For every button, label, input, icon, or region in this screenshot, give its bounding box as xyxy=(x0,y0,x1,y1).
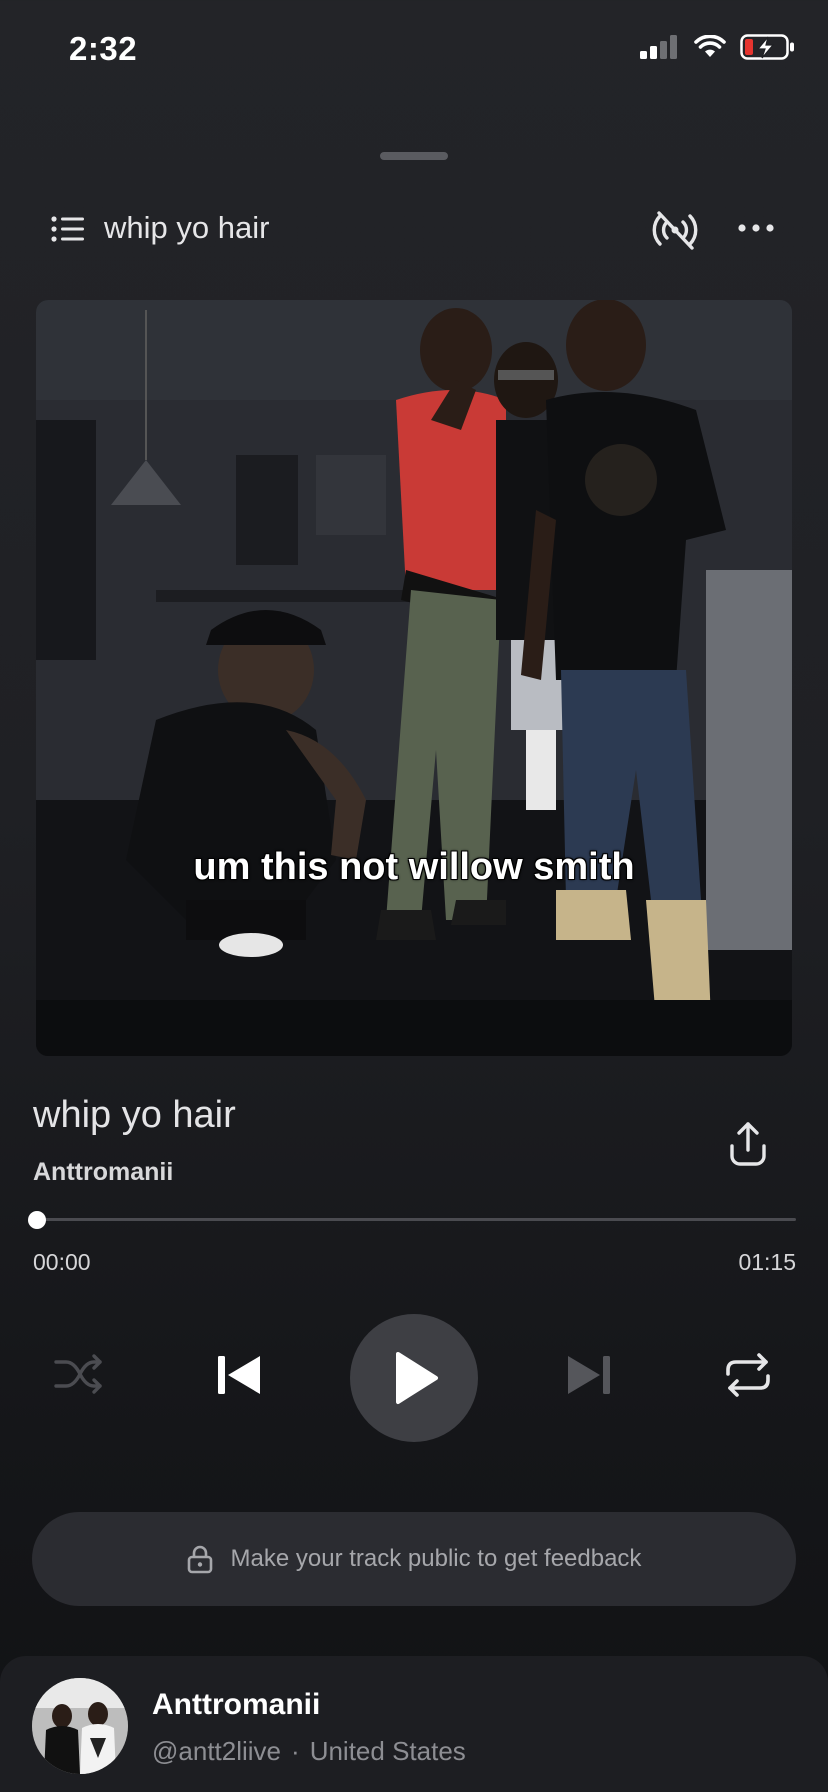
header-title: whip yo hair xyxy=(104,210,270,245)
previous-icon xyxy=(218,1356,260,1394)
track-title: whip yo hair xyxy=(33,1094,236,1136)
avatar-image xyxy=(32,1678,128,1774)
separator-dot: · xyxy=(291,1736,300,1766)
profile-handle: @antt2liive xyxy=(152,1736,282,1766)
sheet-grabber[interactable] xyxy=(380,152,448,160)
lock-icon xyxy=(187,1545,212,1574)
play-icon xyxy=(396,1352,438,1404)
status-icons xyxy=(640,34,796,60)
wifi-icon xyxy=(694,35,726,57)
profile-meta: @antt2liive · United States xyxy=(152,1736,466,1767)
shuffle-button[interactable] xyxy=(54,1352,104,1396)
repeat-icon xyxy=(726,1353,770,1397)
artwork-caption: um this not willow smith xyxy=(193,846,635,888)
artwork-photo xyxy=(36,300,792,1056)
queue-button[interactable] xyxy=(50,214,86,244)
share-button[interactable] xyxy=(724,1120,772,1168)
previous-button[interactable] xyxy=(212,1352,266,1398)
repeat-button[interactable] xyxy=(722,1352,774,1398)
signal-icon xyxy=(640,35,677,59)
status-bar: 2:32 xyxy=(0,0,828,100)
next-icon xyxy=(568,1356,610,1394)
profile-name: Anttromanii xyxy=(152,1688,321,1721)
make-public-text: Make your track public to get feedback xyxy=(230,1545,642,1572)
progress-bar[interactable] xyxy=(36,1218,796,1221)
player-header: whip yo hair xyxy=(0,200,828,260)
battery-icon xyxy=(740,34,794,60)
shuffle-icon xyxy=(54,1354,102,1394)
queue-list-icon xyxy=(51,216,84,242)
profile-location: United States xyxy=(309,1736,466,1766)
artist-profile-card[interactable]: Anttromanii @antt2liive · United States xyxy=(0,1656,828,1792)
cast-off-icon xyxy=(652,211,698,250)
total-time: 01:15 xyxy=(738,1249,796,1275)
more-icon xyxy=(738,224,774,232)
track-artist[interactable]: Anttromanii xyxy=(33,1158,173,1187)
share-icon xyxy=(730,1122,766,1166)
play-button[interactable] xyxy=(350,1314,478,1442)
playback-controls xyxy=(0,1310,828,1442)
next-button[interactable] xyxy=(562,1352,616,1398)
progress-knob[interactable] xyxy=(28,1211,46,1229)
avatar[interactable] xyxy=(32,1678,128,1774)
track-artwork: um this not willow smith xyxy=(36,300,792,1056)
elapsed-time: 00:00 xyxy=(33,1249,91,1275)
status-time: 2:32 xyxy=(69,30,138,67)
make-public-banner[interactable]: Make your track public to get feedback xyxy=(32,1512,796,1606)
cast-button[interactable] xyxy=(650,208,700,252)
more-options-button[interactable] xyxy=(736,216,776,240)
